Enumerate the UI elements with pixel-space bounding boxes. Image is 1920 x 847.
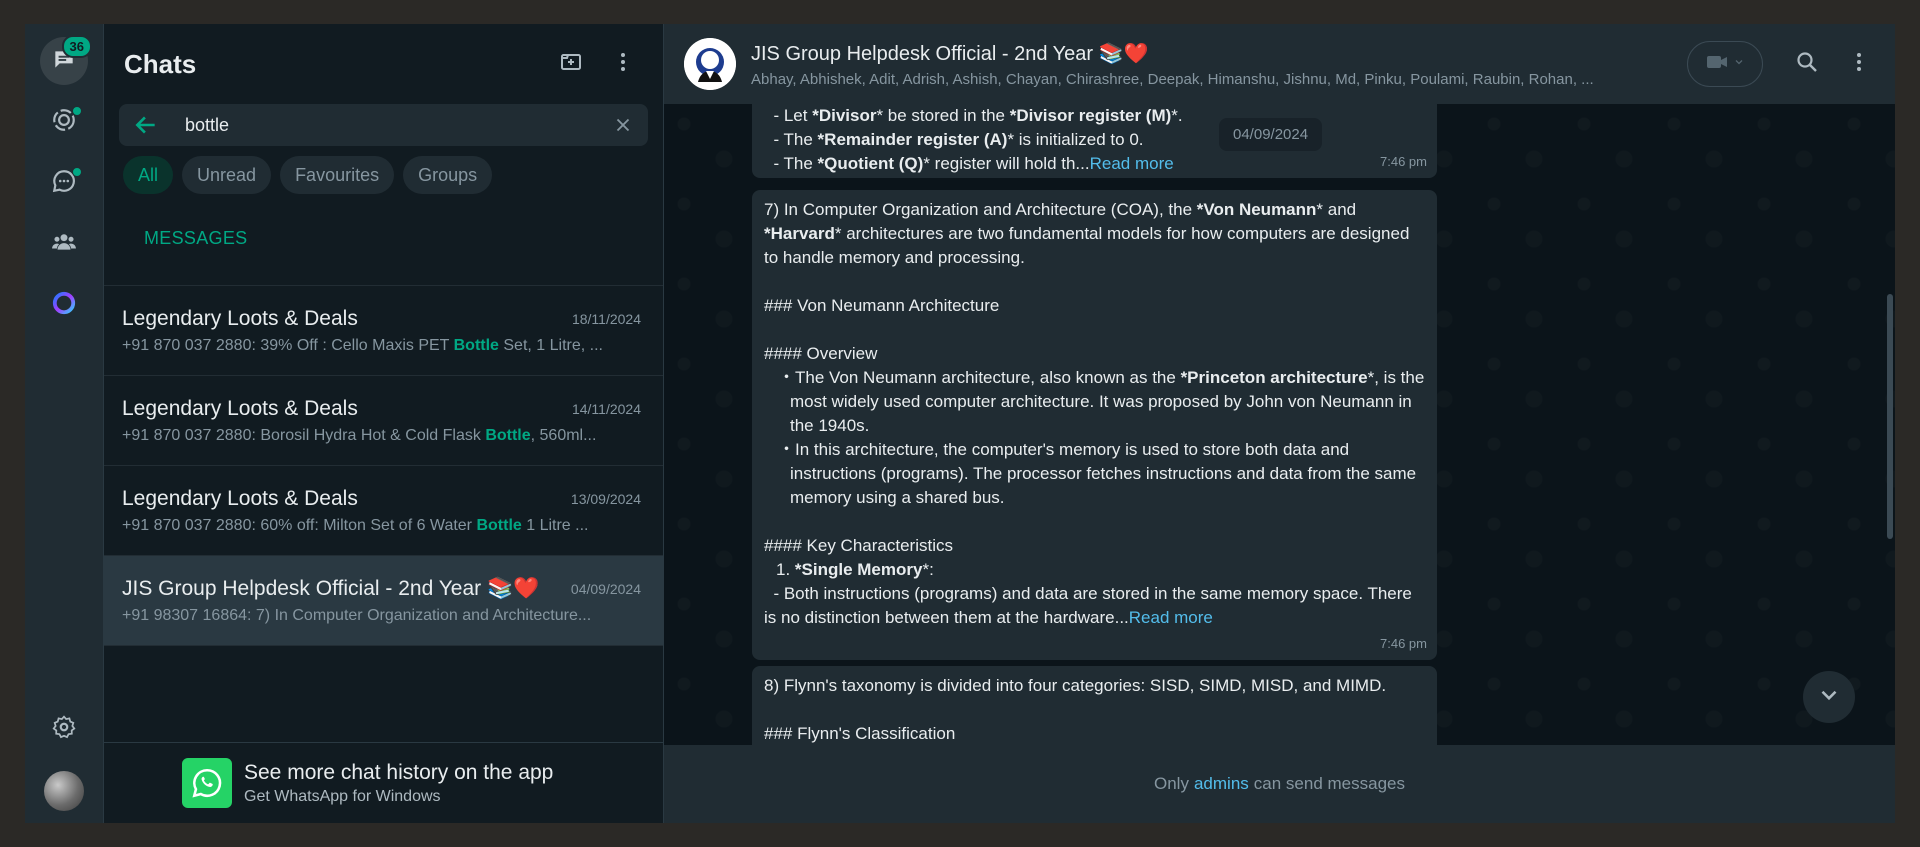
message-heading: ### Flynn's Classification	[764, 724, 956, 743]
video-camera-icon	[1705, 50, 1729, 79]
admin-only-notice: Only admins can send messages	[664, 745, 1895, 823]
meta-ai-button[interactable]	[40, 281, 88, 329]
filter-groups[interactable]: Groups	[403, 156, 493, 194]
search-icon	[1795, 50, 1819, 79]
chat-menu-button[interactable]	[603, 44, 643, 84]
status-nav-button[interactable]	[40, 98, 88, 146]
result-date: 14/11/2024	[571, 400, 641, 417]
get-app-promo[interactable]: See more chat history on the app Get Wha…	[104, 742, 663, 823]
search-result-row[interactable]: Legendary Loots & Deals 13/09/2024 +91 8…	[104, 466, 663, 556]
unread-count-badge: 36	[61, 35, 92, 58]
result-snippet: +91 870 037 2880: 60% off: Milton Set of…	[122, 516, 589, 534]
channels-nav-button[interactable]	[40, 159, 88, 207]
message-line: - The *Quotient (Q)* register will hold …	[773, 154, 1174, 173]
back-arrow-icon[interactable]	[133, 112, 159, 138]
meta-ai-icon	[51, 290, 77, 321]
message-paragraph: 8) Flynn's taxonomy is divided into four…	[764, 676, 1387, 695]
message-time: 7:46 pm	[1380, 154, 1427, 169]
group-members: Abhay, Abhishek, Adit, Adrish, Ashish, C…	[751, 70, 1594, 88]
chevron-down-icon	[1816, 682, 1842, 713]
search-result-row-selected[interactable]: JIS Group Helpdesk Official - 2nd Year 📚…	[104, 556, 663, 646]
chevron-down-icon	[1733, 55, 1745, 73]
search-match: Bottle	[485, 426, 531, 444]
chats-nav-button[interactable]: 36	[40, 35, 92, 85]
filter-unread[interactable]: Unread	[182, 156, 272, 194]
whatsapp-logo-icon	[182, 758, 232, 808]
whatsapp-window: 36 Chats bottle All Unread Favourites Gr…	[25, 24, 1895, 823]
result-snippet: +91 870 037 2880: 39% Off : Cello Maxis …	[122, 336, 603, 354]
message-paragraph: - Both instructions (programs) and data …	[764, 584, 1412, 627]
result-chat-name: JIS Group Helpdesk Official - 2nd Year 📚…	[122, 576, 540, 600]
message-heading: ### Von Neumann Architecture	[764, 296, 1000, 315]
message-bullet: ・The Von Neumann architecture, also know…	[778, 368, 1425, 435]
filter-chips: All Unread Favourites Groups	[104, 146, 663, 194]
channels-dot	[72, 167, 82, 177]
message-numbered: 1. *Single Memory*:	[776, 560, 934, 579]
conversation-header[interactable]: JIS Group Helpdesk Official - 2nd Year 📚…	[664, 24, 1895, 104]
message-bubble[interactable]: 7) In Computer Organization and Architec…	[752, 190, 1437, 660]
admins-link[interactable]: admins	[1194, 774, 1249, 794]
search-result-row[interactable]: Legendary Loots & Deals 18/11/2024 +91 8…	[104, 286, 663, 376]
more-vertical-icon	[1847, 50, 1871, 79]
communities-nav-button[interactable]	[40, 220, 88, 268]
notice-prefix: Only	[1154, 774, 1189, 793]
conversation-menu-button[interactable]	[1837, 42, 1881, 86]
status-dot	[72, 106, 82, 116]
search-bar	[119, 104, 648, 146]
message-paragraph: 7) In Computer Organization and Architec…	[764, 200, 1410, 267]
result-snippet: +91 98307 16864: 7) In Computer Organiza…	[122, 606, 592, 624]
message-heading: #### Key Characteristics	[764, 536, 953, 555]
result-chat-name: Legendary Loots & Deals	[122, 486, 358, 510]
new-chat-icon	[559, 50, 583, 79]
result-chat-name: Legendary Loots & Deals	[122, 396, 358, 420]
clear-search-icon[interactable]	[612, 114, 634, 136]
result-date: 04/09/2024	[570, 580, 641, 597]
scroll-to-bottom-button[interactable]	[1803, 671, 1855, 723]
search-messages-button[interactable]	[1785, 42, 1829, 86]
message-scrollbar[interactable]	[1887, 294, 1893, 539]
message-bubble[interactable]: 8) Flynn's taxonomy is divided into four…	[752, 666, 1437, 745]
settings-button[interactable]	[40, 705, 88, 753]
gear-icon	[51, 714, 77, 745]
more-vertical-icon	[611, 50, 635, 79]
result-snippet: +91 870 037 2880: Borosil Hydra Hot & Co…	[122, 426, 597, 444]
chat-list-header: Chats	[104, 24, 663, 104]
result-date: 13/09/2024	[570, 490, 641, 507]
chat-list-title: Chats	[124, 48, 197, 79]
read-more-link[interactable]: Read more	[1090, 154, 1174, 173]
message-heading: #### Overview	[764, 344, 878, 363]
message-bubble[interactable]: - Let *Divisor* be stored in the *Diviso…	[752, 104, 1437, 178]
messages-section-label: MESSAGES	[104, 194, 663, 286]
promo-title: See more chat history on the app	[244, 760, 554, 784]
message-time: 7:46 pm	[1380, 636, 1427, 651]
conversation-info: JIS Group Helpdesk Official - 2nd Year 📚…	[751, 41, 1687, 88]
communities-icon	[51, 229, 77, 260]
message-list[interactable]: 04/09/2024 - Let *Divisor* be stored in …	[664, 104, 1895, 745]
message-bullet: ・In this architecture, the computer's me…	[778, 440, 1417, 507]
search-result-row[interactable]: Legendary Loots & Deals 14/11/2024 +91 8…	[104, 376, 663, 466]
rail-bottom	[40, 705, 88, 811]
read-more-link[interactable]: Read more	[1129, 608, 1213, 627]
new-chat-button[interactable]	[551, 44, 591, 84]
search-input[interactable]	[185, 114, 612, 136]
date-divider: 04/09/2024	[1219, 118, 1323, 151]
conversation-title: JIS Group Helpdesk Official - 2nd Year 📚…	[751, 42, 1149, 65]
search-match: Bottle	[453, 336, 499, 354]
message-line: - The *Remainder register (A)* is initia…	[773, 130, 1144, 149]
group-avatar[interactable]	[684, 38, 736, 90]
filter-favourites[interactable]: Favourites	[280, 156, 395, 194]
search-match: Bottle	[476, 516, 522, 534]
message-line: - Let *Divisor* be stored in the *Diviso…	[773, 106, 1183, 125]
nav-rail: 36	[25, 24, 104, 823]
result-chat-name: Legendary Loots & Deals	[122, 306, 358, 330]
conversation-panel: JIS Group Helpdesk Official - 2nd Year 📚…	[664, 24, 1895, 823]
video-call-button[interactable]	[1687, 41, 1763, 87]
profile-avatar[interactable]	[44, 771, 84, 811]
promo-subtitle: Get WhatsApp for Windows	[244, 787, 441, 805]
filter-all[interactable]: All	[123, 156, 174, 194]
result-date: 18/11/2024	[571, 310, 641, 327]
notice-suffix: can send messages	[1253, 774, 1405, 793]
chat-list-panel: Chats All Unread Favo	[104, 24, 664, 823]
